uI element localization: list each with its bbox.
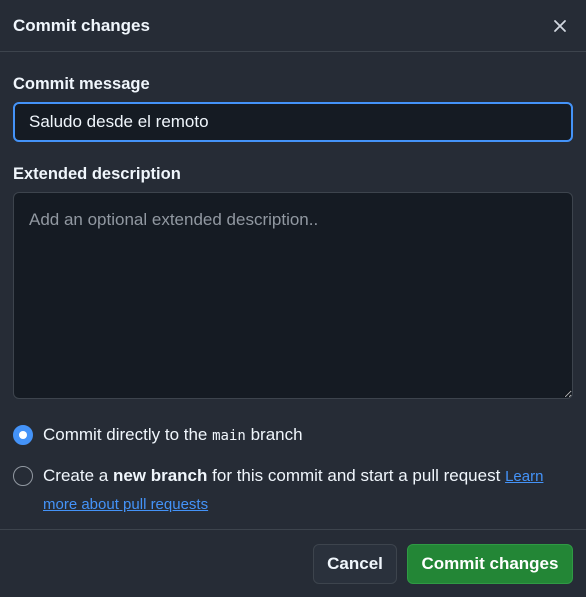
commit-target-options: Commit directly to the main branch Creat… [13, 425, 573, 518]
direct-text-after: branch [250, 425, 303, 444]
close-icon [554, 19, 566, 32]
commit-message-input[interactable] [13, 102, 573, 142]
option-new-branch-text: Create a new branch for this commit and … [43, 462, 573, 518]
option-commit-directly[interactable]: Commit directly to the main branch [13, 425, 573, 450]
direct-text-before: Commit directly to the [43, 425, 208, 444]
radio-commit-directly[interactable] [13, 425, 33, 445]
radio-dot-icon [19, 431, 27, 439]
commit-changes-dialog: Commit changes Commit message Extended d… [0, 0, 586, 597]
dialog-footer: Cancel Commit changes [0, 529, 586, 597]
commit-changes-button[interactable]: Commit changes [407, 543, 573, 584]
cancel-button[interactable]: Cancel [313, 543, 397, 584]
commit-message-label: Commit message [13, 75, 150, 93]
new-branch-emphasis: new branch [112, 466, 208, 485]
branch-name: main [212, 428, 246, 444]
option-new-branch[interactable]: Create a new branch for this commit and … [13, 466, 573, 518]
extended-description-label: Extended description [13, 165, 181, 183]
radio-new-branch[interactable] [13, 466, 33, 486]
dialog-title: Commit changes [13, 15, 150, 35]
new-branch-text-after: for this commit and start a pull request [212, 466, 501, 485]
dialog-header: Commit changes [0, 0, 586, 52]
new-branch-text-before: Create a [43, 466, 109, 485]
extended-description-textarea[interactable] [13, 192, 573, 399]
close-button[interactable] [548, 14, 572, 38]
option-commit-directly-text: Commit directly to the main branch [43, 421, 303, 450]
dialog-body: Commit message Extended description Comm… [0, 75, 586, 518]
